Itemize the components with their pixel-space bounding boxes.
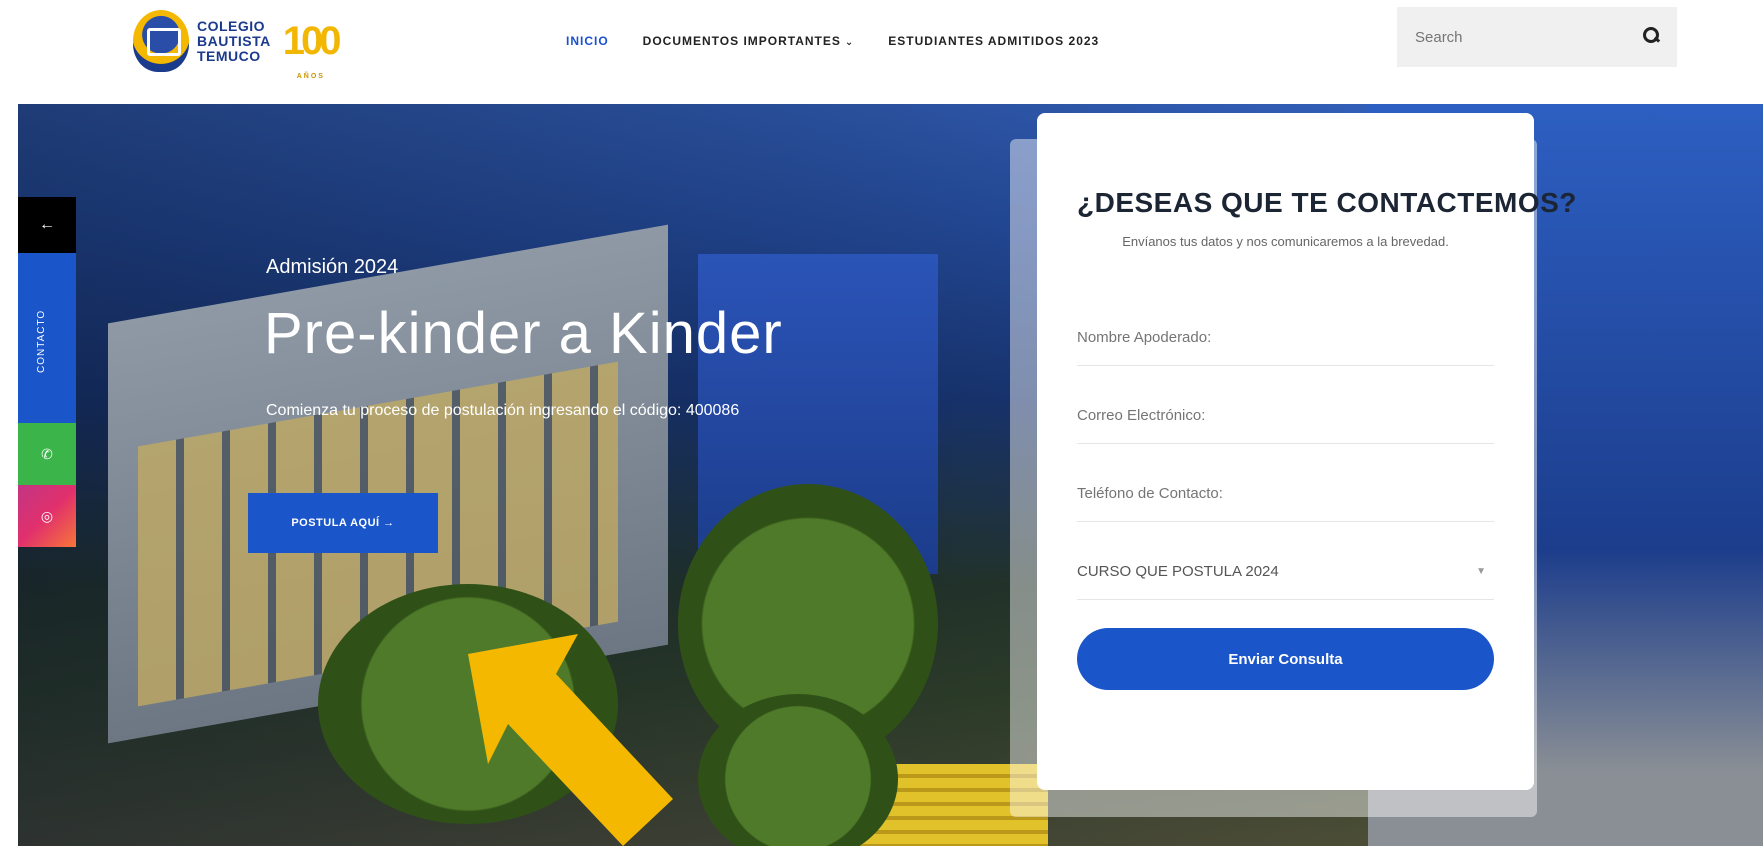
hero-title: Pre-kinder a Kinder xyxy=(264,301,783,366)
school-crest-icon xyxy=(133,10,189,72)
field-telefono xyxy=(1077,466,1494,522)
instagram-icon[interactable]: ◎ xyxy=(18,485,76,547)
site-header: COLEGIO BAUTISTA TEMUCO 100 AÑOS INICIO … xyxy=(0,0,1763,104)
pointer-arrow-icon xyxy=(468,634,673,846)
form-title: ¿DESEAS QUE TE CONTACTEMOS? xyxy=(1077,187,1577,218)
nav-item-documentos[interactable]: DOCUMENTOS IMPORTANTES ⌄ xyxy=(643,34,855,48)
chevron-down-icon: ▼ xyxy=(1476,566,1486,577)
nav-item-estudiantes-admitidos[interactable]: ESTUDIANTES ADMITIDOS 2023 xyxy=(888,34,1099,48)
school-logo[interactable]: COLEGIO BAUTISTA TEMUCO 100 AÑOS xyxy=(133,10,342,80)
curso-select-value: CURSO QUE POSTULA 2024 xyxy=(1077,563,1279,580)
enviar-consulta-button[interactable]: Enviar Consulta xyxy=(1077,628,1494,690)
field-nombre-apoderado xyxy=(1077,310,1494,366)
curso-select[interactable]: CURSO QUE POSTULA 2024 ▼ xyxy=(1077,544,1494,600)
main-nav: INICIO DOCUMENTOS IMPORTANTES ⌄ ESTUDIANT… xyxy=(566,34,1133,48)
side-tab-back-button[interactable]: ← xyxy=(18,197,76,253)
field-correo xyxy=(1077,388,1494,444)
hero-subtitle: Admisión 2024 xyxy=(266,256,399,278)
postula-button[interactable]: POSTULA AQUÍ → xyxy=(248,493,438,553)
side-tab-contact[interactable]: CONTACTO xyxy=(18,253,76,423)
form-description: Envíanos tus datos y nos comunicaremos a… xyxy=(1122,234,1449,249)
search-icon[interactable] xyxy=(1643,27,1659,43)
hero-description: Comienza tu proceso de postulación ingre… xyxy=(266,402,740,419)
chevron-down-icon: ⌄ xyxy=(844,37,855,48)
whatsapp-icon[interactable]: ✆ xyxy=(18,423,76,485)
anniversary-logo: 100 AÑOS xyxy=(282,19,342,80)
telefono-input[interactable] xyxy=(1077,485,1494,502)
contact-form: ¿DESEAS QUE TE CONTACTEMOS? Envíanos tus… xyxy=(1037,113,1577,790)
nombre-apoderado-input[interactable] xyxy=(1077,329,1494,346)
search-input[interactable] xyxy=(1415,28,1635,46)
search-box xyxy=(1397,7,1677,67)
correo-input[interactable] xyxy=(1077,407,1494,424)
logo-text: COLEGIO BAUTISTA TEMUCO xyxy=(197,17,271,64)
nav-item-inicio[interactable]: INICIO xyxy=(566,34,609,48)
